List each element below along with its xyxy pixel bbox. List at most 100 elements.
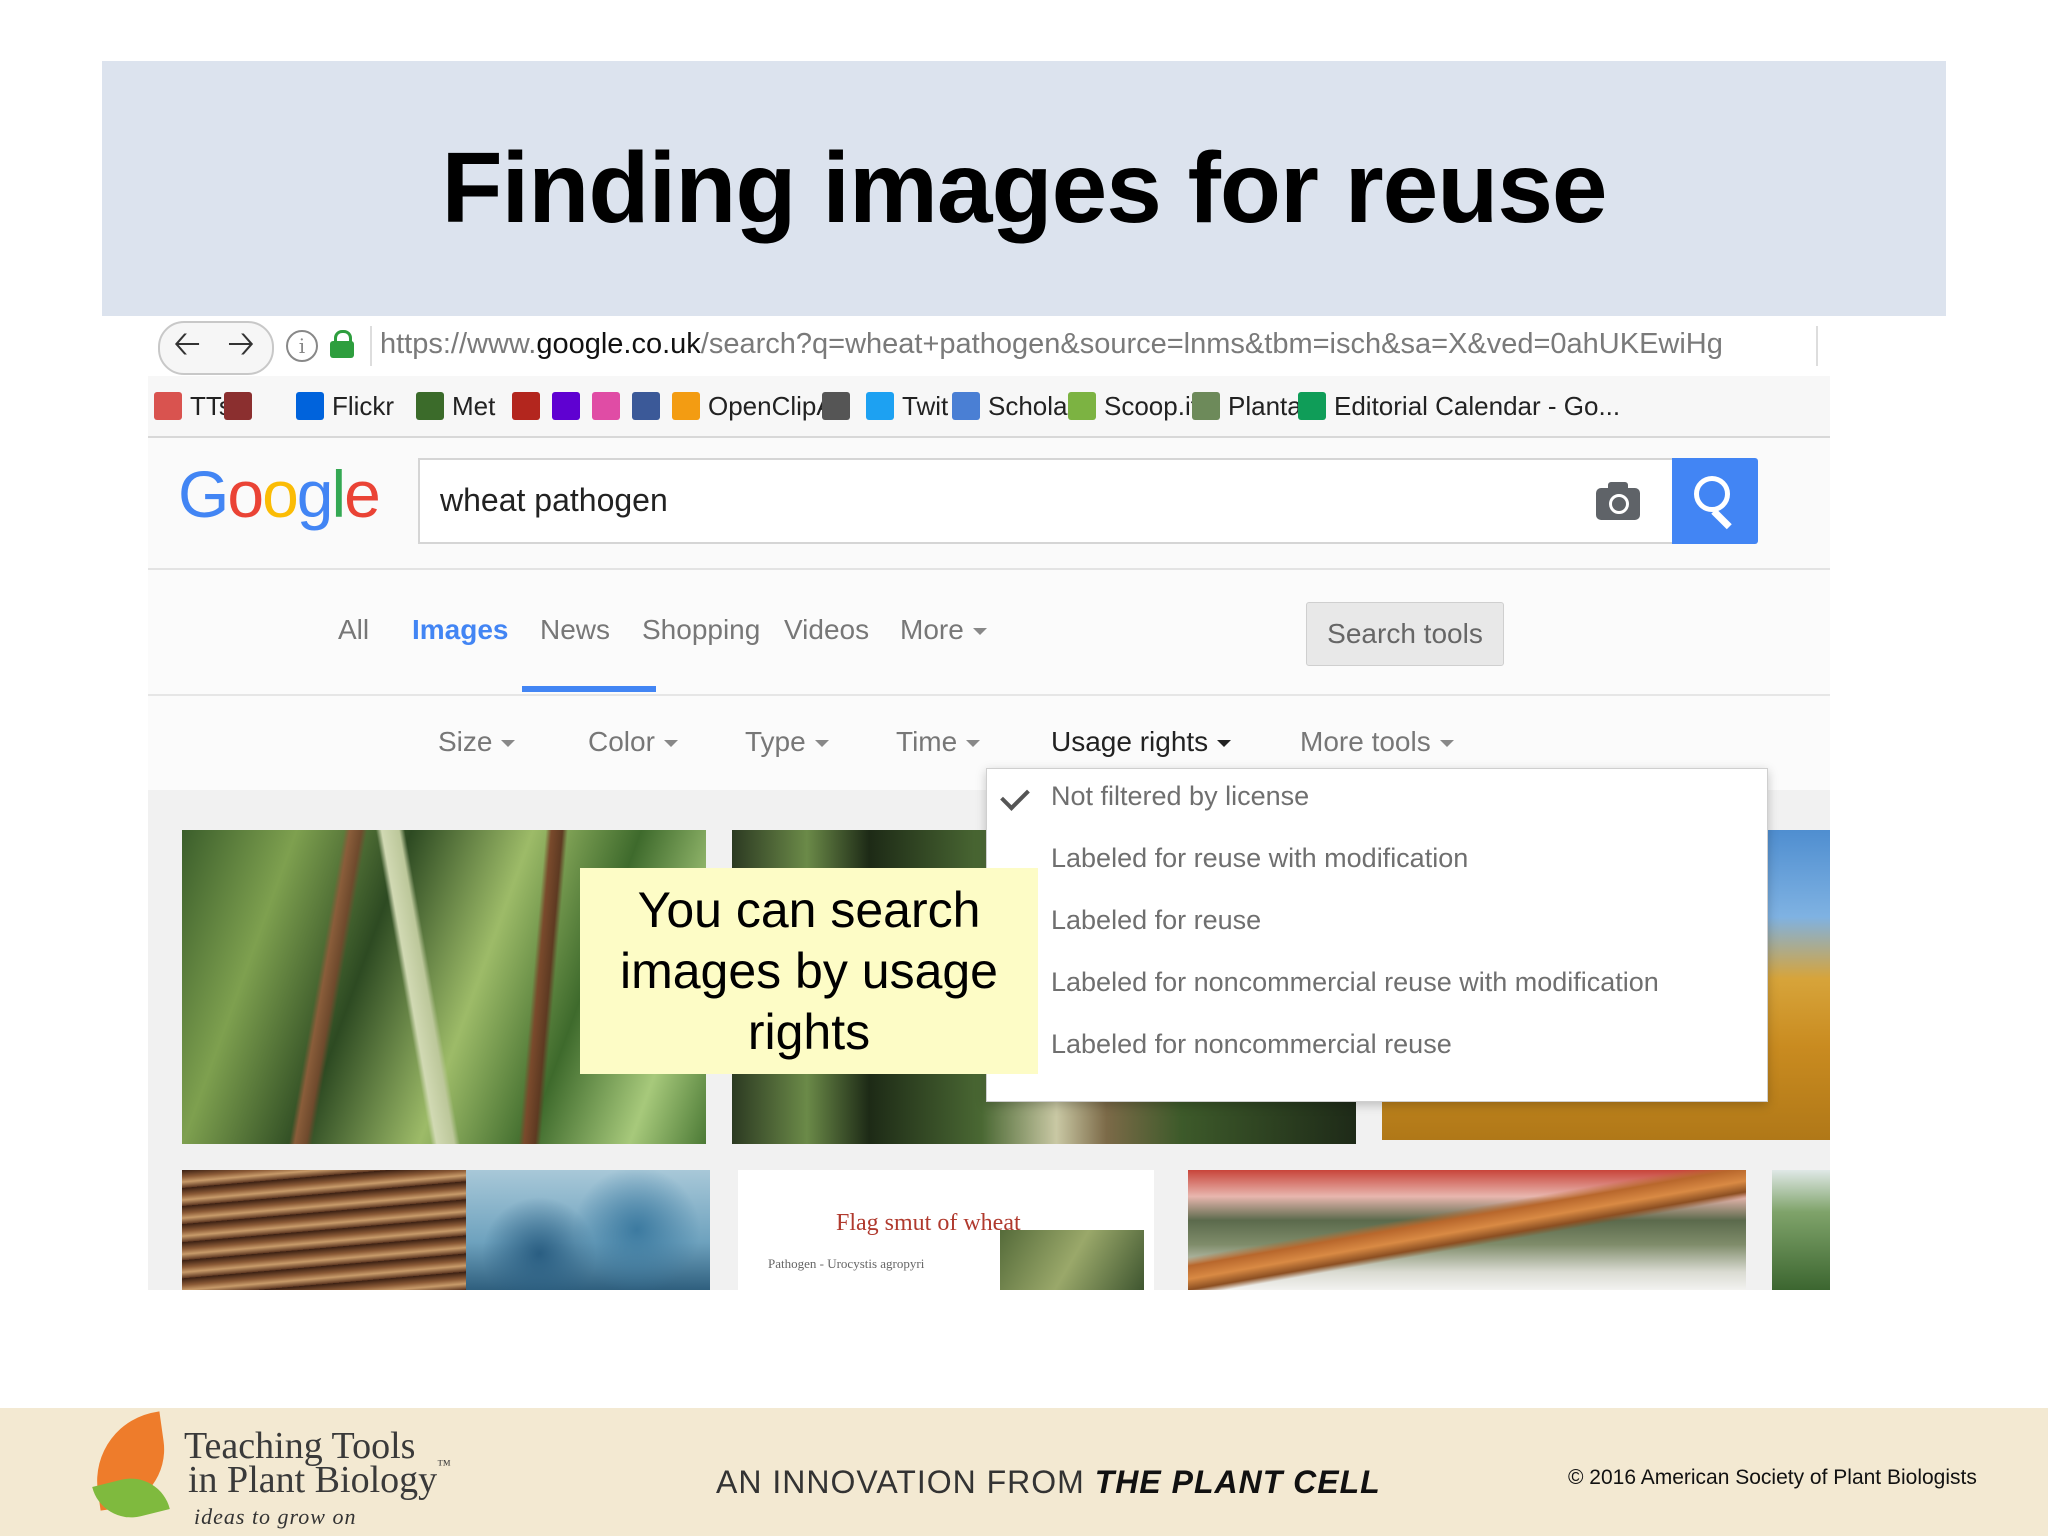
usage-option-not-filtered[interactable]: Not filtered by license [987, 769, 1767, 831]
image-result-title: Flag smut of wheat [836, 1210, 1021, 1236]
bookmark-icon [592, 392, 620, 420]
tab-news[interactable]: News [540, 614, 610, 646]
bookmark-label: Twit [902, 390, 949, 421]
logo-letter: e [344, 457, 381, 531]
copyright: © 2016 American Society of Plant Biologi… [1568, 1466, 1977, 1489]
scholar-icon [952, 392, 980, 420]
image-result-photo [1000, 1230, 1144, 1290]
bookmark-icon [224, 392, 252, 420]
sheets-icon [1298, 392, 1326, 420]
camera-lens [1609, 494, 1629, 514]
tool-usage-rights[interactable]: Usage rights [1051, 726, 1232, 758]
bookmark-item[interactable] [224, 386, 260, 426]
tool-more-tools-label: More tools [1300, 726, 1431, 757]
chevron-down-icon [814, 740, 829, 748]
url-field[interactable]: https://www.google.co.uk/search?q=wheat+… [380, 328, 1770, 364]
bookmark-label: Met [452, 390, 496, 421]
camera-icon[interactable] [1596, 480, 1640, 520]
url-prefix: https://www. [380, 328, 537, 360]
plantae-icon [1192, 392, 1220, 420]
usage-option-label: Labeled for reuse [1051, 905, 1262, 935]
usage-option-noncommercial-modification[interactable]: Labeled for noncommercial reuse with mod… [987, 955, 1767, 1017]
url-domain: google.co.uk [536, 328, 701, 360]
nav-buttons: 🡠 🡢 [158, 321, 274, 375]
search-icon [1694, 476, 1730, 512]
bookmark-item[interactable] [632, 386, 668, 426]
innovation-credit: AN INNOVATION FROM THE PLANT CELL [716, 1464, 1381, 1501]
callout-note: You can search images by usage rights [580, 868, 1038, 1074]
slide-title: Finding images for reuse [441, 132, 1607, 244]
back-arrow-icon[interactable]: 🡠 [160, 323, 214, 373]
lock-icon[interactable] [330, 330, 354, 358]
url-separator [370, 326, 372, 366]
bookmark-item[interactable] [512, 386, 548, 426]
bookmark-item[interactable] [822, 386, 858, 426]
google-header: Google [148, 438, 1830, 570]
tab-more-label: More [900, 614, 964, 645]
tool-size[interactable]: Size [438, 726, 516, 758]
innovation-brand: THE PLANT CELL [1094, 1464, 1381, 1500]
search-input[interactable] [440, 478, 1540, 522]
brand-tagline: ideas to grow on [194, 1504, 357, 1529]
usage-option-reuse[interactable]: Labeled for reuse [987, 893, 1767, 955]
bookmark-item[interactable]: TTs [154, 386, 232, 426]
search-box [418, 458, 1708, 544]
tool-size-label: Size [438, 726, 493, 757]
bookmark-label: Flickr [332, 390, 395, 421]
tool-color-label: Color [588, 726, 655, 757]
tool-usage-rights-label: Usage rights [1051, 726, 1209, 757]
bookmark-item[interactable]: Scoop.it [1068, 386, 1198, 426]
search-button[interactable] [1672, 458, 1758, 544]
info-icon[interactable]: i [286, 330, 318, 362]
search-tools-button[interactable]: Search tools [1306, 602, 1504, 666]
address-bar-row: 🡠 🡢 i https://www.google.co.uk/search?q=… [148, 316, 1830, 376]
facebook-icon [632, 392, 660, 420]
lock-body [330, 341, 354, 358]
bookmark-item[interactable]: Flickr [296, 386, 394, 426]
bookmark-icon [512, 392, 540, 420]
usage-option-reuse-modification[interactable]: Labeled for reuse with modification [987, 831, 1767, 893]
usage-rights-dropdown: Not filtered by license Labeled for reus… [986, 768, 1768, 1102]
search-icon-handle [1711, 508, 1732, 530]
image-result[interactable] [182, 1170, 466, 1290]
usage-option-noncommercial[interactable]: Labeled for noncommercial reuse [987, 1017, 1767, 1079]
sd-icon [822, 392, 850, 420]
bookmark-item[interactable] [552, 386, 588, 426]
bookmark-icon [154, 392, 182, 420]
tool-more-tools[interactable]: More tools [1300, 726, 1454, 758]
usage-option-label: Labeled for noncommercial reuse with mod… [1051, 967, 1659, 997]
brand-line-2-text: in Plant Biology [188, 1459, 438, 1501]
bookmark-item[interactable] [592, 386, 628, 426]
google-logo[interactable]: Google [178, 456, 381, 532]
url-end-divider [1816, 326, 1818, 366]
logo-letter: g [296, 457, 334, 531]
tab-shopping[interactable]: Shopping [642, 614, 760, 646]
chevron-down-icon [1217, 740, 1232, 748]
chevron-down-icon [501, 740, 516, 748]
logo-letter: o [227, 457, 264, 531]
logo-letter: l [331, 457, 347, 531]
bookmark-item[interactable]: Editorial Calendar - Go... [1298, 386, 1620, 426]
tab-all[interactable]: All [338, 614, 369, 646]
image-result[interactable] [1188, 1170, 1746, 1290]
bookmark-item[interactable]: Twit [866, 386, 948, 426]
bookmark-item[interactable]: Scholar [952, 386, 1076, 426]
image-result[interactable] [1772, 1170, 1830, 1290]
tool-color[interactable]: Color [588, 726, 678, 758]
brand-line-2: in Plant Biology™ [188, 1458, 451, 1502]
forward-arrow-icon[interactable]: 🡢 [214, 323, 268, 373]
bookmark-label: Scoop.it [1104, 390, 1198, 421]
bookmark-item[interactable]: Met [416, 386, 495, 426]
tab-more[interactable]: More [900, 614, 987, 646]
tab-images[interactable]: Images [412, 614, 509, 646]
image-result[interactable]: Flag smut of wheat Pathogen - Urocystis … [738, 1170, 1154, 1290]
active-tab-indicator [522, 686, 656, 692]
tool-type[interactable]: Type [745, 726, 829, 758]
usage-option-label: Labeled for noncommercial reuse [1051, 1029, 1452, 1059]
innovation-prefix: AN INNOVATION FROM [716, 1464, 1095, 1500]
tab-videos[interactable]: Videos [784, 614, 869, 646]
image-result[interactable] [466, 1170, 710, 1290]
tool-time[interactable]: Time [896, 726, 981, 758]
image-result-subtitle: Pathogen - Urocystis agropyri [768, 1256, 925, 1271]
flickr-icon [296, 392, 324, 420]
